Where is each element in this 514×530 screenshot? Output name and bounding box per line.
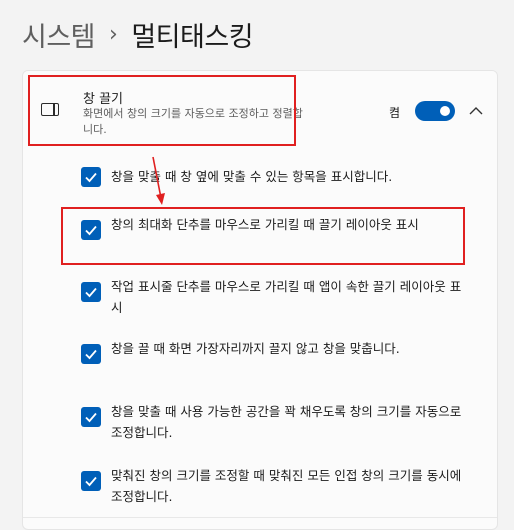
checkbox-checked[interactable] <box>81 220 101 240</box>
option-label: 작업 표시줄 단추를 마우스로 가리킬 때 앱이 속한 끌기 레이아웃 표시 <box>111 279 462 315</box>
checkbox-checked[interactable] <box>81 407 101 427</box>
option-label: 창을 끌 때 화면 가장자리까지 끌지 않고 창을 맞춥니다. <box>111 341 400 356</box>
checkmark-icon <box>85 225 97 236</box>
option-row[interactable]: 창을 끌 때 화면 가장자리까지 끌지 않고 창을 맞춥니다. <box>23 327 497 390</box>
breadcrumb-chevron-icon: › <box>109 21 118 47</box>
checkmark-icon <box>85 287 97 298</box>
snap-window-icon <box>41 103 59 116</box>
option-row[interactable]: 작업 표시줄 단추를 마우스로 가리킬 때 앱이 속한 끌기 레이아웃 표시 <box>23 265 497 328</box>
breadcrumb-system-link[interactable]: 시스템 <box>22 15 96 54</box>
option-label: 창을 맞출 때 창 옆에 맞출 수 있는 항목을 표시합니다. <box>111 169 393 184</box>
option-row[interactable]: 맞춰진 창의 크기를 조정할 때 맞춰진 모든 인접 창의 크기를 동시에 조정… <box>23 453 497 518</box>
page-title: 멀티태스킹 <box>131 21 254 53</box>
option-row[interactable]: 창을 맞출 때 사용 가능한 공간을 꽉 채우도록 창의 크기를 자동으로 조정… <box>23 389 497 454</box>
option-label: 창을 맞출 때 사용 가능한 공간을 꽉 채우도록 창의 크기를 자동으로 조정… <box>111 404 462 440</box>
snap-windows-title: 창 끌기 <box>83 92 124 107</box>
checkmark-icon <box>85 412 97 423</box>
breadcrumb: 시스템 › 멀티태스킹 <box>22 14 254 54</box>
checkmark-icon <box>85 349 97 360</box>
checkbox-checked[interactable] <box>81 282 101 302</box>
snap-windows-panel: 창 끌기 화면에서 창의 크기를 자동으로 조정하고 정렬합니다. 켬 창을 맞… <box>22 70 498 530</box>
option-label: 창의 최대화 단추를 마우스로 가리킬 때 끌기 레이아웃 표시 <box>111 217 419 232</box>
checkmark-icon <box>85 476 97 487</box>
toggle-state-label: 켬 <box>389 106 401 120</box>
checkbox-checked[interactable] <box>81 344 101 364</box>
chevron-up-icon[interactable] <box>467 101 485 119</box>
option-row[interactable]: 창의 최대화 단추를 마우스로 가리킬 때 끌기 레이아웃 표시 <box>23 203 497 266</box>
snap-windows-header[interactable]: 창 끌기 화면에서 창의 크기를 자동으로 조정하고 정렬합니다. 켬 <box>23 71 497 152</box>
checkbox-checked[interactable] <box>81 167 101 187</box>
checkmark-icon <box>85 172 97 183</box>
snap-windows-description: 화면에서 창의 크기를 자동으로 조정하고 정렬합니다. <box>83 107 303 136</box>
checkbox-checked[interactable] <box>81 471 101 491</box>
snap-windows-toggle[interactable] <box>415 101 455 121</box>
option-label: 맞춰진 창의 크기를 조정할 때 맞춰진 모든 인접 창의 크기를 동시에 조정… <box>111 468 462 504</box>
toggle-knob <box>440 106 450 116</box>
option-row[interactable]: 창을 맞출 때 창 옆에 맞출 수 있는 항목을 표시합니다. <box>23 151 497 204</box>
